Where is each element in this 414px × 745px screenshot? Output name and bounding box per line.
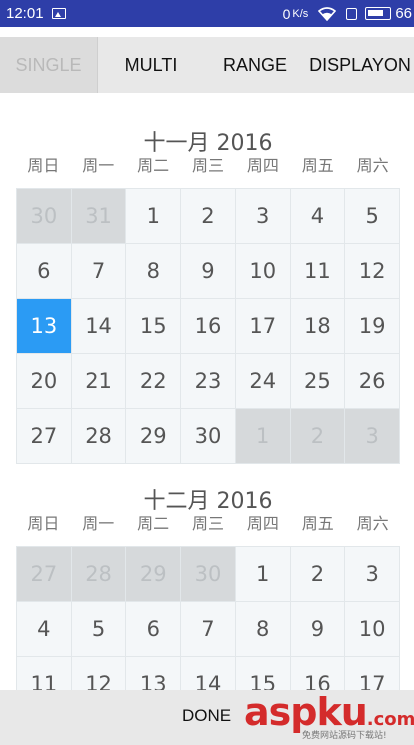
day-cell[interactable]: 22 [126, 354, 182, 409]
day-cell[interactable]: 4 [290, 189, 346, 244]
day-cell[interactable]: 21 [71, 354, 127, 409]
day-cell[interactable]: 13 [126, 657, 182, 690]
network-speed: 0 [282, 5, 291, 22]
day-cell[interactable]: 27 [17, 409, 72, 464]
day-cell-other-month: 31 [71, 189, 127, 244]
day-cell[interactable]: 19 [345, 299, 400, 354]
day-cell[interactable]: 15 [235, 657, 291, 690]
tab-range[interactable]: RANGE [204, 37, 306, 93]
weekday-label: 周五 [301, 514, 334, 533]
calendar-scroll-view[interactable]: 十一月 2016 周日 周一 周二 周三 周四 周五 周六 30 31 1 2 3 4 5 6 7 8 9 10 1… [0, 103, 414, 690]
tab-multi[interactable]: MULTI [98, 37, 204, 93]
day-cell[interactable]: 7 [71, 244, 127, 299]
day-cell[interactable]: 14 [181, 657, 236, 690]
day-cell[interactable]: 17 [235, 299, 291, 354]
day-cell[interactable]: 25 [290, 354, 346, 409]
weekday-label: 周日 [27, 156, 60, 175]
mode-tabs: SINGLE MULTI RANGE DISPLAYON [0, 37, 414, 93]
day-cell[interactable]: 26 [345, 354, 400, 409]
day-cell[interactable]: 17 [345, 657, 400, 690]
day-cell-selected[interactable]: 13 [17, 299, 72, 354]
weekday-label: 周一 [82, 514, 115, 533]
day-cell[interactable]: 30 [181, 409, 236, 464]
day-cell[interactable]: 11 [290, 244, 346, 299]
day-cell[interactable]: 6 [126, 602, 182, 657]
battery-level: 66 [395, 5, 412, 22]
day-cell[interactable]: 7 [181, 602, 236, 657]
status-bar: 12:01 0 K/s 66 [0, 0, 414, 27]
day-cell[interactable]: 14 [71, 299, 127, 354]
day-cell[interactable]: 2 [290, 547, 346, 602]
battery-icon [365, 7, 392, 20]
day-cell[interactable]: 23 [181, 354, 236, 409]
day-cell[interactable]: 1 [126, 189, 182, 244]
weekday-label: 周一 [82, 156, 115, 175]
day-cell[interactable]: 3 [235, 189, 291, 244]
done-button[interactable]: DONE [182, 706, 231, 726]
day-cell[interactable]: 18 [290, 299, 346, 354]
weekday-label: 周六 [356, 514, 389, 533]
day-cell[interactable]: 16 [181, 299, 236, 354]
day-cell-other-month: 1 [235, 409, 291, 464]
status-right-group: 0 K/s 66 [283, 0, 414, 27]
weekday-label: 周二 [137, 514, 170, 533]
day-cell[interactable]: 15 [126, 299, 182, 354]
network-speed-unit: K/s [292, 7, 309, 20]
day-cell-other-month: 2 [290, 409, 346, 464]
day-cell[interactable]: 10 [235, 244, 291, 299]
day-cell[interactable]: 6 [17, 244, 72, 299]
weekday-label: 周四 [246, 514, 279, 533]
day-grid: 30 31 1 2 3 4 5 6 7 8 9 10 11 12 13 14 15 16 17 18 19 20 21 22 2… [16, 188, 400, 464]
day-cell[interactable]: 24 [235, 354, 291, 409]
watermark-subtitle: 免费网站源码下载站! [302, 731, 387, 741]
day-cell-other-month: 30 [181, 547, 236, 602]
watermark-logo: aspku.com 免费网站源码下载站! [244, 690, 414, 745]
weekday-label: 周三 [192, 156, 225, 175]
weekday-label: 周五 [301, 156, 334, 175]
day-cell-other-month: 28 [71, 547, 127, 602]
day-cell[interactable]: 29 [126, 409, 182, 464]
day-cell[interactable]: 4 [17, 602, 72, 657]
weekday-header: 周日 周一 周二 周三 周四 周五 周六 [16, 152, 400, 176]
day-cell[interactable]: 5 [71, 602, 127, 657]
day-cell[interactable]: 16 [290, 657, 346, 690]
tab-displayon[interactable]: DISPLAYON [306, 37, 414, 93]
wifi-icon [318, 6, 337, 21]
day-cell[interactable]: 11 [17, 657, 72, 690]
day-cell[interactable]: 3 [345, 547, 400, 602]
weekday-header: 周日 周一 周二 周三 周四 周五 周六 [16, 510, 400, 534]
weekday-label: 周日 [27, 514, 60, 533]
day-cell[interactable]: 5 [345, 189, 400, 244]
sim-icon [346, 7, 358, 20]
day-cell-other-month: 30 [17, 189, 72, 244]
day-cell-other-month: 29 [126, 547, 182, 602]
tab-single[interactable]: SINGLE [0, 37, 98, 93]
status-time: 12:01 [6, 5, 44, 22]
day-cell[interactable]: 12 [71, 657, 127, 690]
day-cell[interactable]: 1 [235, 547, 291, 602]
gallery-notification-icon [51, 8, 66, 19]
day-cell[interactable]: 10 [345, 602, 400, 657]
day-cell[interactable]: 8 [235, 602, 291, 657]
day-cell-other-month: 27 [17, 547, 72, 602]
day-cell[interactable]: 28 [71, 409, 127, 464]
day-cell[interactable]: 2 [181, 189, 236, 244]
day-grid: 27 28 29 30 1 2 3 4 5 6 7 8 9 10 11 12 13 14 15 16 17 [16, 546, 400, 690]
day-cell[interactable]: 20 [17, 354, 72, 409]
weekday-label: 周四 [246, 156, 279, 175]
weekday-label: 周六 [356, 156, 389, 175]
day-cell[interactable]: 9 [290, 602, 346, 657]
day-cell-other-month: 3 [345, 409, 400, 464]
weekday-label: 周三 [192, 514, 225, 533]
day-cell[interactable]: 8 [126, 244, 182, 299]
day-cell[interactable]: 12 [345, 244, 400, 299]
weekday-label: 周二 [137, 156, 170, 175]
bottom-bar: DONE aspku.com 免费网站源码下载站! [0, 690, 414, 745]
day-cell[interactable]: 9 [181, 244, 236, 299]
